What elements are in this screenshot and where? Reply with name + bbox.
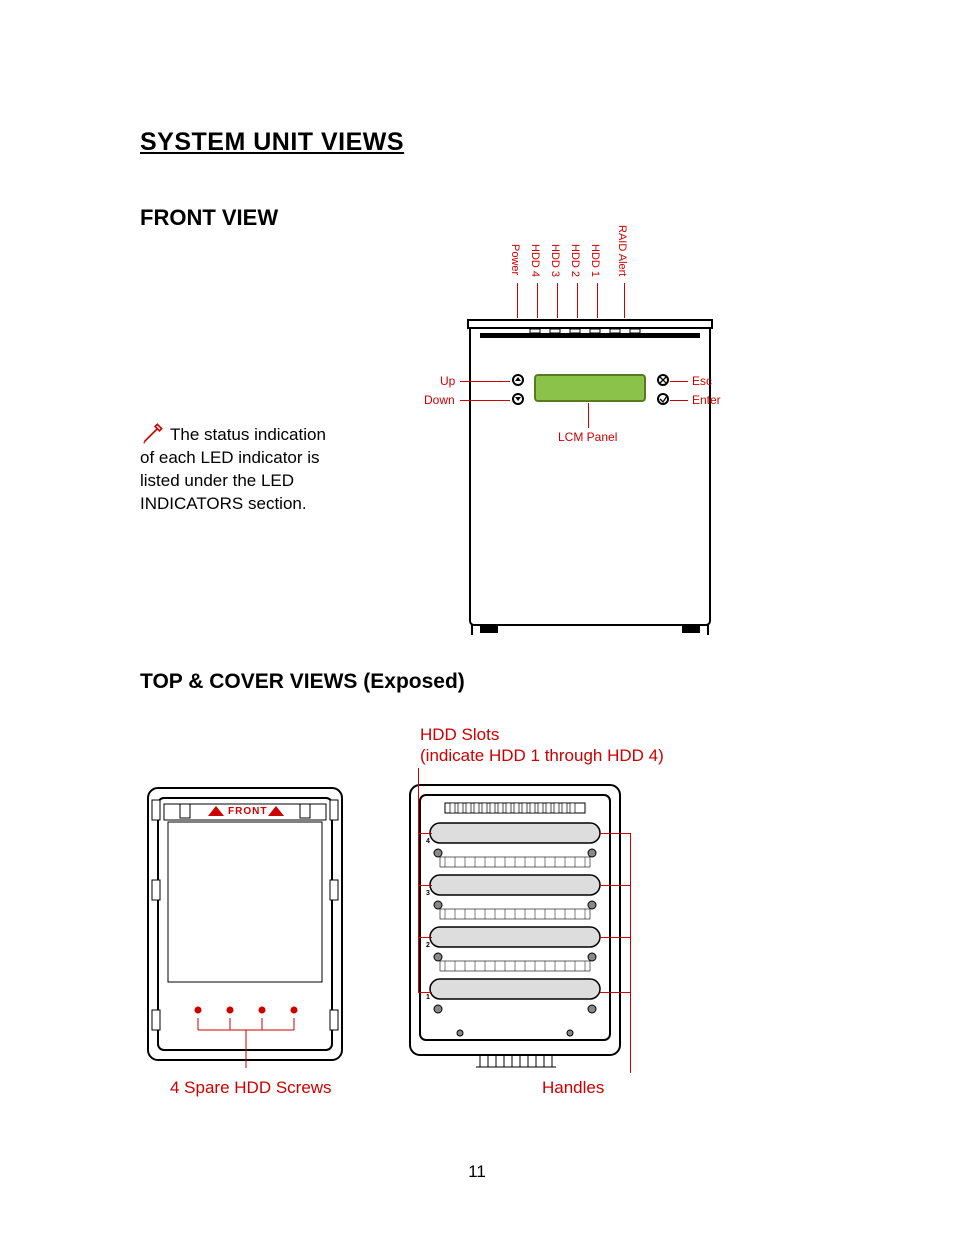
front-view-diagram: Power HDD 4 HDD 3 HDD 2 HDD 1 RAID Alert… <box>380 225 800 645</box>
label-esc: Esc <box>692 374 712 388</box>
label-lcm-panel: LCM Panel <box>558 430 617 444</box>
label-power: Power <box>509 244 521 275</box>
svg-text:4: 4 <box>426 838 430 845</box>
svg-text:1: 1 <box>426 994 430 1001</box>
page-number: 11 <box>0 1162 954 1182</box>
label-hdd1: HDD 1 <box>589 244 601 277</box>
label-up: Up <box>440 374 455 388</box>
label-enter: Enter <box>692 393 721 407</box>
label-screws: 4 Spare HDD Screws <box>170 1078 332 1098</box>
label-front-tag: FRONT <box>228 806 267 817</box>
label-hdd3: HDD 3 <box>549 244 561 277</box>
page: SYSTEM UNIT VIEWS FRONT VIEW The status … <box>0 0 954 1235</box>
note-text: The status indication of each LED indica… <box>140 425 326 513</box>
label-raid-alert: RAID Alert <box>616 225 628 276</box>
label-hdd4: HDD 4 <box>529 244 541 277</box>
section-front-view: FRONT VIEW <box>140 205 278 231</box>
svg-text:3: 3 <box>426 890 430 897</box>
note-icon <box>140 420 166 446</box>
label-hdd-slots-2: (indicate HDD 1 through HDD 4) <box>420 746 664 766</box>
top-cover-area: HDD Slots (indicate HDD 1 through HDD 4) <box>140 720 820 1120</box>
page-title: SYSTEM UNIT VIEWS <box>140 128 404 157</box>
label-down: Down <box>424 393 455 407</box>
label-hdd-slots-1: HDD Slots <box>420 725 499 745</box>
exposed-view-svg: 4 3 2 1 <box>390 775 640 1075</box>
svg-text:2: 2 <box>426 942 430 949</box>
label-handles: Handles <box>542 1078 604 1098</box>
section-top-cover: TOP & COVER VIEWS (Exposed) <box>140 670 465 694</box>
status-note: The status indication of each LED indica… <box>140 420 340 516</box>
label-hdd2: HDD 2 <box>569 244 581 277</box>
cover-view-svg <box>140 780 350 1070</box>
